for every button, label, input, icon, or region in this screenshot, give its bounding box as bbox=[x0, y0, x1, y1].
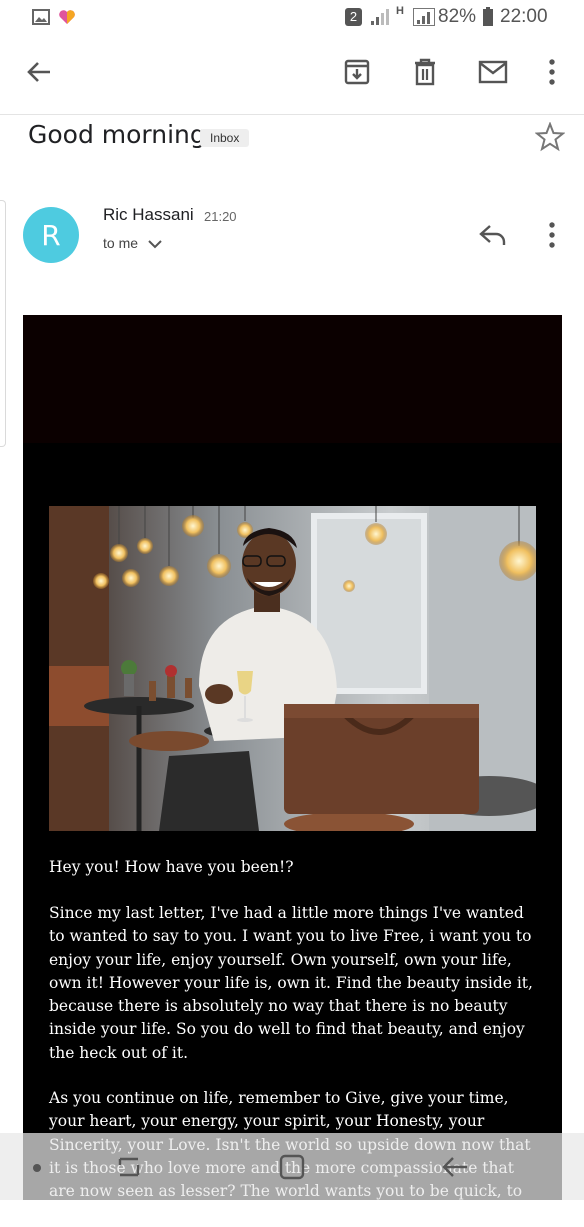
recipient-label: to me bbox=[103, 235, 139, 251]
archive-icon[interactable] bbox=[335, 50, 379, 94]
gallery-icon bbox=[32, 9, 50, 29]
network-type: H bbox=[396, 5, 404, 17]
signal-icon bbox=[413, 8, 435, 30]
nav-dot-icon bbox=[33, 1164, 41, 1172]
chevron-down-icon[interactable] bbox=[148, 236, 162, 252]
sim-badge: 2 bbox=[345, 8, 362, 26]
back-nav-icon[interactable] bbox=[440, 1153, 470, 1185]
email-time: 21:20 bbox=[204, 209, 237, 224]
status-time: 22:00 bbox=[500, 6, 548, 27]
delete-icon[interactable] bbox=[403, 50, 447, 94]
recents-icon[interactable] bbox=[114, 1153, 144, 1185]
mark-unread-icon[interactable] bbox=[471, 50, 515, 94]
home-icon[interactable] bbox=[278, 1153, 306, 1185]
status-bar: 2 H 82% 22:00 bbox=[0, 0, 584, 36]
avatar[interactable]: R bbox=[23, 207, 79, 263]
navigation-bar bbox=[0, 1133, 584, 1200]
back-arrow-icon[interactable] bbox=[17, 50, 61, 94]
email-greeting: Hey you! How have you been!? bbox=[49, 858, 294, 876]
signal-icon bbox=[370, 8, 390, 30]
star-icon[interactable] bbox=[534, 121, 566, 156]
sender-name: Ric Hassani bbox=[103, 205, 194, 224]
toolbar bbox=[0, 36, 584, 115]
more-vert-icon[interactable] bbox=[530, 50, 574, 94]
email-photo bbox=[49, 506, 536, 831]
avatar-initial: R bbox=[41, 218, 61, 252]
heart-app-icon bbox=[58, 9, 76, 29]
email-header-banner bbox=[23, 315, 562, 443]
reply-icon[interactable] bbox=[478, 222, 508, 252]
more-vert-icon[interactable] bbox=[548, 222, 556, 252]
email-paragraph: Since my last letter, I've had a little … bbox=[49, 904, 533, 1062]
battery-icon bbox=[482, 7, 494, 31]
recipient-details[interactable]: to me bbox=[103, 235, 162, 252]
inbox-label[interactable]: Inbox bbox=[200, 129, 250, 147]
email-subject: Good morning bbox=[28, 120, 206, 149]
thread-edge bbox=[0, 200, 6, 447]
battery-percent: 82% bbox=[438, 6, 477, 27]
